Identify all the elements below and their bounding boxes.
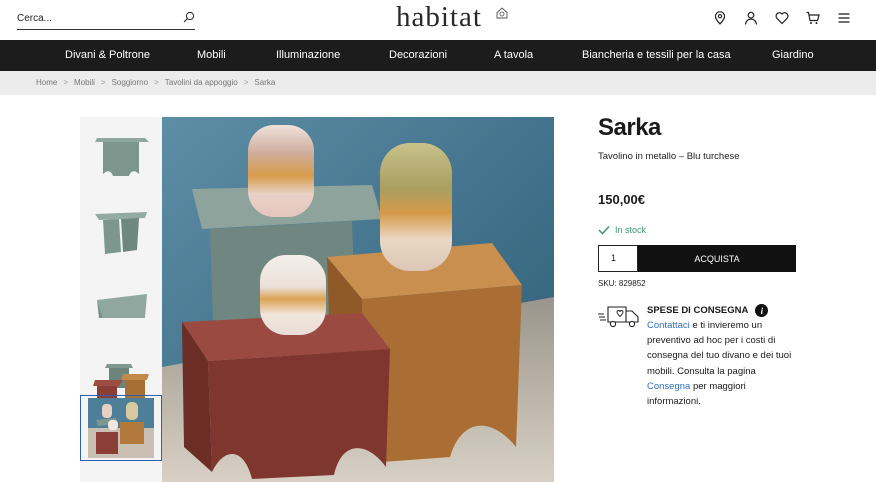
menu-icon[interactable] — [837, 11, 851, 25]
breadcrumb-bar: Home > Mobili > Soggiorno > Tavolini da appogg… — [0, 71, 876, 95]
product-photo-sarka-tables — [162, 117, 554, 482]
user-icon[interactable] — [744, 11, 758, 25]
breadcrumb-tavolini[interactable]: Tavolini da appoggio — [165, 78, 238, 87]
product-title: Sarka — [598, 114, 661, 141]
delivery-truck-icon — [598, 306, 639, 328]
nav-item-biancheria[interactable]: Biancheria e tessili per la casa — [582, 40, 731, 71]
thumbnail-image-table-angle — [95, 212, 147, 254]
nav-item-a-tavola[interactable]: A tavola — [494, 40, 533, 71]
breadcrumb: Home > Mobili > Soggiorno > Tavolini da appogg… — [36, 71, 275, 95]
search-input[interactable]: Cerca... — [17, 13, 183, 24]
nav-item-mobili[interactable]: Mobili — [197, 40, 226, 71]
breadcrumb-soggiorno[interactable]: Soggiorno — [112, 78, 148, 87]
thumbnail-image-vases — [88, 398, 154, 458]
nav-item-decorazioni[interactable]: Decorazioni — [389, 40, 447, 71]
nav-item-giardino[interactable]: Giardino — [772, 40, 814, 71]
breadcrumb-separator: > — [154, 78, 159, 87]
thumbnail-2[interactable] — [80, 197, 162, 263]
logo-house-icon — [496, 7, 508, 19]
thumbnail-image-table-top — [97, 294, 147, 318]
search-bar[interactable]: Cerca... — [17, 8, 195, 30]
info-icon[interactable]: i — [755, 304, 769, 317]
nav-item-divani-poltrone[interactable]: Divani & Poltrone — [65, 40, 150, 71]
thumbnail-5[interactable] — [80, 395, 162, 461]
product-price: 150,00€ — [598, 192, 645, 207]
check-icon — [598, 225, 610, 235]
habitat-logo[interactable]: habitat — [396, 1, 482, 34]
buy-button[interactable]: ACQUISTA — [638, 245, 796, 272]
product-sku: SKU: 829852 — [598, 279, 646, 288]
shipping-description: Contattaci e ti invieremo un preventivo … — [647, 318, 797, 409]
location-pin-icon[interactable] — [713, 11, 727, 25]
breadcrumb-mobili[interactable]: Mobili — [74, 78, 95, 87]
main-product-image[interactable] — [162, 117, 554, 482]
thumbnail-image-table-front — [95, 138, 149, 176]
thumbnail-strip — [80, 117, 162, 482]
quantity-input[interactable]: 1 — [598, 245, 638, 272]
search-icon[interactable] — [183, 10, 195, 28]
main-nav: Divani & Poltrone Mobili Illuminazione D… — [0, 40, 876, 71]
breadcrumb-current: Sarka — [254, 78, 276, 87]
top-header: Cerca... habitat — [0, 0, 876, 40]
breadcrumb-home[interactable]: Home — [36, 78, 57, 87]
thumbnail-1[interactable] — [80, 121, 162, 187]
stock-label: In stock — [615, 225, 647, 235]
heart-icon[interactable] — [775, 11, 789, 25]
breadcrumb-separator: > — [100, 78, 106, 87]
header-icons — [713, 11, 851, 25]
nav-item-illuminazione[interactable]: Illuminazione — [276, 40, 340, 71]
cart-icon[interactable] — [806, 11, 820, 25]
contact-link[interactable]: Contattaci — [647, 320, 690, 331]
shipping-heading: SPESE DI CONSEGNA i — [647, 304, 769, 317]
thumbnail-3[interactable] — [80, 273, 162, 339]
delivery-link[interactable]: Consegna — [647, 381, 690, 392]
shipping-heading-text: SPESE DI CONSEGNA — [647, 305, 749, 316]
stock-status: In stock — [598, 225, 646, 235]
breadcrumb-separator: > — [243, 78, 249, 87]
breadcrumb-separator: > — [63, 78, 69, 87]
product-subtitle: Tavolino in metallo – Blu turchese — [598, 151, 740, 162]
